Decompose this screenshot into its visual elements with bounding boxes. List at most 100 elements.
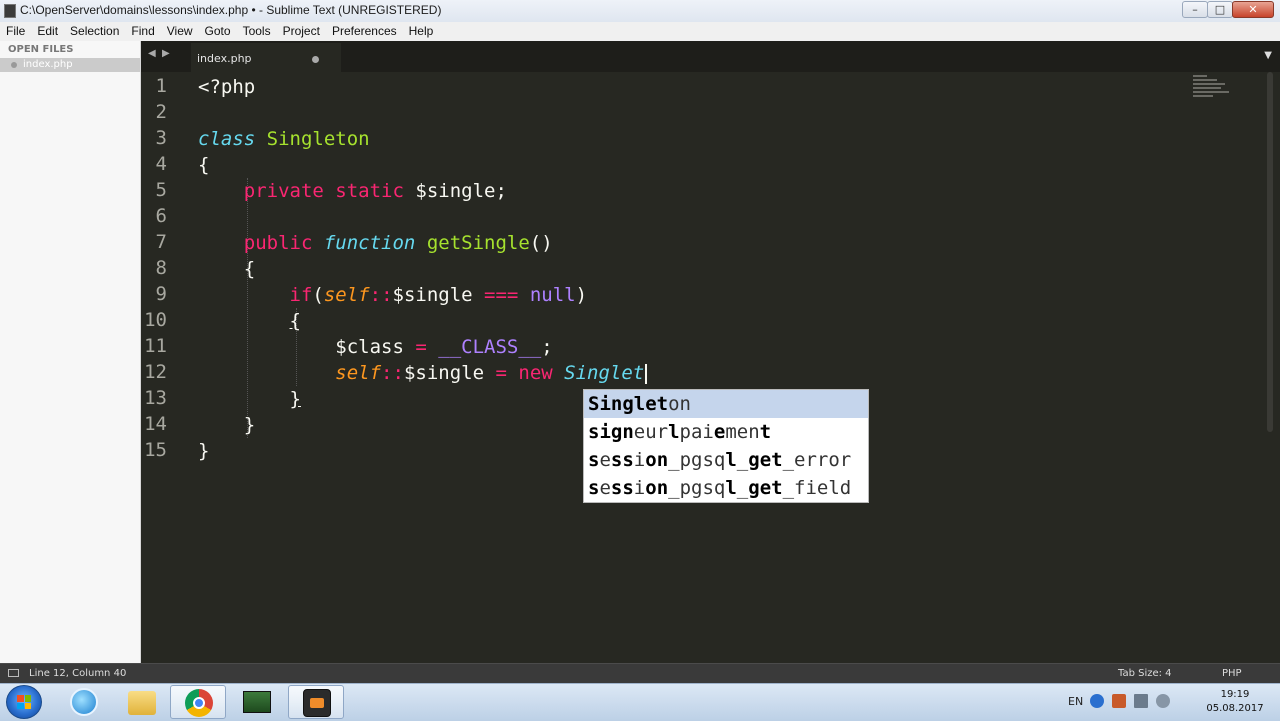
match-text: s bbox=[588, 449, 600, 471]
open-files-header: OPEN FILES bbox=[8, 44, 74, 55]
sidebar: OPEN FILES index.php bbox=[0, 41, 141, 663]
vertical-scrollbar[interactable] bbox=[1267, 72, 1273, 432]
match-text: ss bbox=[610, 449, 634, 471]
match-text: on bbox=[645, 477, 669, 499]
volume-icon[interactable] bbox=[1156, 694, 1170, 708]
terminal-icon bbox=[243, 691, 271, 713]
code-line-1: <?php bbox=[198, 74, 255, 100]
menu-project[interactable]: Project bbox=[277, 22, 326, 41]
tab-nav-left-icon[interactable]: ◀ bbox=[148, 48, 156, 59]
code-line-9: if(self::$single === null) bbox=[198, 282, 588, 308]
flag-icon[interactable] bbox=[1112, 694, 1126, 708]
taskbar-sublime[interactable] bbox=[288, 685, 344, 719]
line-number: 4 bbox=[155, 153, 167, 175]
taskbar-explorer[interactable] bbox=[114, 685, 170, 719]
match-text: get bbox=[748, 449, 783, 471]
menu-file[interactable]: File bbox=[0, 22, 31, 41]
autocomplete-item-session-pgsql-get-error[interactable]: session_pgsql_get_error bbox=[584, 446, 868, 474]
syntax-selector[interactable]: PHP bbox=[1222, 668, 1242, 679]
line-number: 9 bbox=[155, 283, 167, 305]
keyword-public: public bbox=[243, 232, 313, 254]
menu-help[interactable]: Help bbox=[403, 22, 440, 41]
window-title-bar[interactable]: C:\OpenServer\domains\lessons\index.php … bbox=[0, 0, 1280, 23]
taskbar-terminal[interactable] bbox=[229, 685, 285, 719]
tab-index-php[interactable]: index.php bbox=[191, 43, 341, 72]
menu-preferences[interactable]: Preferences bbox=[326, 22, 403, 41]
maximize-button[interactable]: □ bbox=[1207, 1, 1233, 18]
code-line-11: $class = __CLASS__; bbox=[198, 334, 553, 360]
code-line-4: { bbox=[198, 152, 209, 178]
operator-identical: === bbox=[484, 284, 519, 306]
menu-find[interactable]: Find bbox=[125, 22, 160, 41]
tab-overflow-chevron-icon[interactable]: ▼ bbox=[1264, 50, 1272, 61]
tab-bar: ◀ ▶ index.php ▼ bbox=[141, 41, 1280, 72]
code-line-8: { bbox=[198, 256, 255, 282]
clock-time: 19:19 bbox=[1220, 689, 1250, 700]
start-orb-icon[interactable] bbox=[6, 685, 42, 719]
rest-text: pai bbox=[679, 421, 714, 443]
keyword-self: self bbox=[323, 284, 370, 306]
scope-operator: :: bbox=[369, 284, 393, 306]
taskbar-chrome[interactable] bbox=[170, 685, 226, 719]
autocomplete-item-signeurlpaiement[interactable]: signeurlpaiement bbox=[584, 418, 868, 446]
code-editor[interactable]: 1 2 3 4 5 6 7 8 9 10 11 12 13 14 15 <?ph… bbox=[141, 72, 1280, 663]
network-globe-icon bbox=[70, 688, 98, 716]
autocomplete-item-session-pgsql-get-field[interactable]: session_pgsql_get_field bbox=[584, 474, 868, 502]
menu-goto[interactable]: Goto bbox=[199, 22, 237, 41]
match-text: l bbox=[725, 449, 737, 471]
taskbar-network[interactable] bbox=[56, 685, 112, 719]
chrome-icon bbox=[185, 689, 213, 717]
code-line-15: } bbox=[198, 438, 209, 464]
keyword-class: class bbox=[198, 128, 256, 150]
panel-toggle-icon[interactable] bbox=[8, 669, 19, 677]
match-text: e bbox=[713, 421, 726, 443]
clock-date: 05.08.2017 bbox=[1206, 703, 1264, 714]
line-number: 11 bbox=[144, 335, 167, 357]
rest-text: _pgsq bbox=[668, 449, 726, 471]
typed-class-name: Singlet bbox=[564, 362, 645, 384]
sidebar-file-index-php[interactable]: index.php bbox=[0, 58, 140, 72]
tab-modified-dot-icon[interactable] bbox=[312, 56, 319, 63]
rest-text: eur bbox=[633, 421, 669, 443]
sidebar-file-label: index.php bbox=[23, 59, 73, 70]
minimap[interactable] bbox=[1193, 75, 1233, 105]
menu-tools[interactable]: Tools bbox=[237, 22, 277, 41]
class-name: Singleton bbox=[266, 128, 370, 150]
rest-text: i bbox=[633, 449, 646, 471]
semicolon: ; bbox=[541, 336, 553, 358]
keyword-new: new bbox=[518, 362, 553, 384]
autocomplete-item-singleton[interactable]: Singleton bbox=[584, 390, 868, 418]
magic-constant-class: __CLASS__ bbox=[438, 336, 542, 358]
language-indicator[interactable]: EN bbox=[1068, 695, 1083, 708]
rest-text: on bbox=[668, 393, 691, 415]
brace: } bbox=[289, 388, 301, 410]
clock[interactable]: 19:19 05.08.2017 bbox=[1200, 688, 1270, 716]
close-button[interactable]: ✕ bbox=[1232, 1, 1274, 18]
modified-dot-icon bbox=[11, 62, 17, 68]
status-bar: Line 12, Column 40 Tab Size: 4 PHP bbox=[0, 663, 1280, 684]
code-line-7: public function getSingle() bbox=[198, 230, 553, 256]
tab-size-selector[interactable]: Tab Size: 4 bbox=[1118, 668, 1172, 679]
window-controls: – □ ✕ bbox=[1182, 1, 1274, 19]
match-text: ss bbox=[610, 477, 634, 499]
parens: () bbox=[529, 232, 553, 254]
rest-text: _field bbox=[782, 477, 852, 499]
help-icon[interactable] bbox=[1090, 694, 1104, 708]
network-signal-icon[interactable] bbox=[1134, 694, 1148, 708]
line-number: 12 bbox=[144, 361, 167, 383]
line-number: 13 bbox=[144, 387, 167, 409]
brace: } bbox=[198, 440, 210, 462]
line-number: 8 bbox=[155, 257, 167, 279]
code-line-12: self::$single = new Singlet bbox=[198, 360, 648, 386]
menu-edit[interactable]: Edit bbox=[31, 22, 64, 41]
text-cursor bbox=[645, 363, 648, 384]
tab-nav-right-icon[interactable]: ▶ bbox=[162, 48, 170, 59]
autocomplete-popup: Singleton signeurlpaiement session_pgsql… bbox=[583, 389, 869, 503]
menu-view[interactable]: View bbox=[161, 22, 199, 41]
menu-selection[interactable]: Selection bbox=[64, 22, 125, 41]
minimize-button[interactable]: – bbox=[1182, 1, 1208, 18]
keyword-function: function bbox=[323, 232, 416, 254]
line-number: 3 bbox=[155, 127, 167, 149]
match-text: Singlet bbox=[588, 393, 669, 415]
line-number: 2 bbox=[155, 101, 167, 123]
